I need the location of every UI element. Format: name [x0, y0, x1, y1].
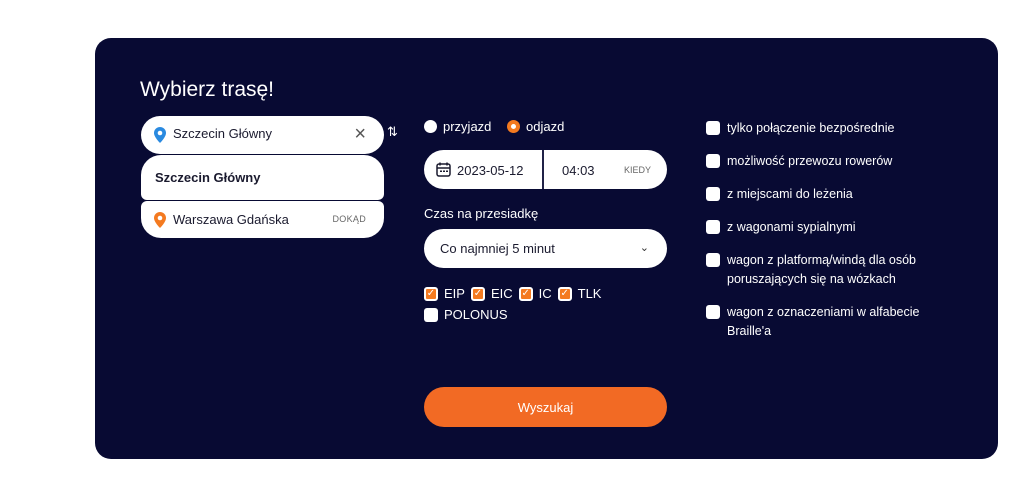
clear-icon[interactable]: ×	[354, 123, 366, 146]
option-label: wagon z oznaczeniami w alfabecie Braille…	[727, 305, 920, 338]
option-item[interactable]: wagon z oznaczeniami w alfabecie Braille…	[706, 303, 936, 341]
train-type-eic[interactable]: ✓ EIC	[470, 286, 513, 301]
checkbox-checked-icon: ✓	[424, 286, 438, 301]
arrival-label: przyjazd	[443, 119, 492, 134]
train-type-label: EIP	[444, 286, 465, 301]
station-suggestion-item[interactable]: Szczecin Główny	[141, 155, 384, 200]
when-tag: KIEDY	[623, 165, 651, 175]
checkbox-icon	[706, 154, 720, 168]
option-item[interactable]: możliwość przewozu rowerów	[706, 152, 936, 171]
train-type-filters: ✓ EIP ✓ EIC ✓ IC ✓ TLK POLONUS	[424, 284, 634, 328]
swap-stations-icon[interactable]: ⇅	[387, 124, 398, 140]
option-label: możliwość przewozu rowerów	[727, 154, 893, 168]
option-item[interactable]: wagon z platformą/windą dla osób porusza…	[706, 251, 936, 289]
radio-dot	[424, 120, 437, 133]
arrival-departure-toggle: przyjazd odjazd	[424, 119, 576, 136]
to-station-field[interactable]: Warszawa Gdańska DOKĄD	[141, 201, 384, 238]
train-type-eip[interactable]: ✓ EIP	[424, 286, 465, 301]
train-type-polonus[interactable]: POLONUS	[424, 307, 508, 322]
checkbox-icon	[706, 187, 720, 201]
route-search-panel: Wybierz trasę! × ⇅ Szczecin Główny Warsz…	[95, 38, 998, 459]
train-type-tlk[interactable]: ✓ TLK	[557, 286, 602, 301]
train-type-label: IC	[538, 286, 552, 301]
train-type-label: TLK	[577, 286, 602, 301]
option-label: tylko połączenie bezpośrednie	[727, 121, 895, 135]
option-item[interactable]: z miejscami do leżenia	[706, 185, 936, 204]
checkbox-icon	[424, 307, 438, 322]
option-item[interactable]: z wagonami sypialnymi	[706, 218, 936, 237]
checkbox-icon	[706, 305, 720, 319]
to-station-value: Warszawa Gdańska	[173, 212, 289, 227]
option-label: wagon z platformą/windą dla osób porusza…	[727, 253, 917, 286]
departure-radio[interactable]: odjazd	[507, 119, 564, 134]
transfer-time-select[interactable]: Co najmniej 5 minut ⌄	[424, 229, 667, 268]
arrival-radio[interactable]: przyjazd	[424, 119, 491, 134]
option-label: z miejscami do leżenia	[727, 187, 853, 201]
connection-options: tylko połączenie bezpośrednie możliwość p…	[706, 119, 936, 355]
from-station-field[interactable]: ×	[141, 116, 384, 154]
to-field-tag: DOKĄD	[332, 214, 366, 224]
date-time-field[interactable]: 2023-05-12 04:03 KIEDY	[424, 150, 667, 189]
transfer-time-label: Czas na przesiadkę	[424, 206, 539, 221]
date-time-divider	[542, 150, 544, 189]
checkbox-icon	[706, 121, 720, 135]
train-type-ic[interactable]: ✓ IC	[518, 286, 552, 301]
departure-label: odjazd	[526, 119, 565, 134]
transfer-time-value: Co najmniej 5 minut	[440, 241, 555, 256]
checkbox-checked-icon: ✓	[470, 286, 485, 301]
calendar-icon	[436, 162, 451, 177]
search-button[interactable]: Wyszukaj	[424, 387, 667, 427]
location-pin-icon	[154, 127, 166, 143]
chevron-down-icon: ⌄	[639, 242, 649, 254]
radio-dot-selected	[507, 120, 521, 133]
train-type-label: POLONUS	[444, 307, 508, 322]
checkbox-checked-icon: ✓	[557, 286, 572, 301]
option-label: z wagonami sypialnymi	[727, 220, 856, 234]
checkbox-icon	[706, 220, 720, 234]
panel-title: Wybierz trasę!	[140, 78, 275, 101]
time-value[interactable]: 04:03	[562, 163, 595, 178]
train-type-label: EIC	[490, 286, 513, 301]
checkbox-checked-icon: ✓	[518, 286, 533, 301]
from-station-input[interactable]	[173, 126, 338, 141]
date-value[interactable]: 2023-05-12	[457, 163, 524, 178]
location-pin-icon	[154, 212, 166, 228]
checkbox-icon	[706, 253, 720, 267]
option-item[interactable]: tylko połączenie bezpośrednie	[706, 119, 936, 138]
